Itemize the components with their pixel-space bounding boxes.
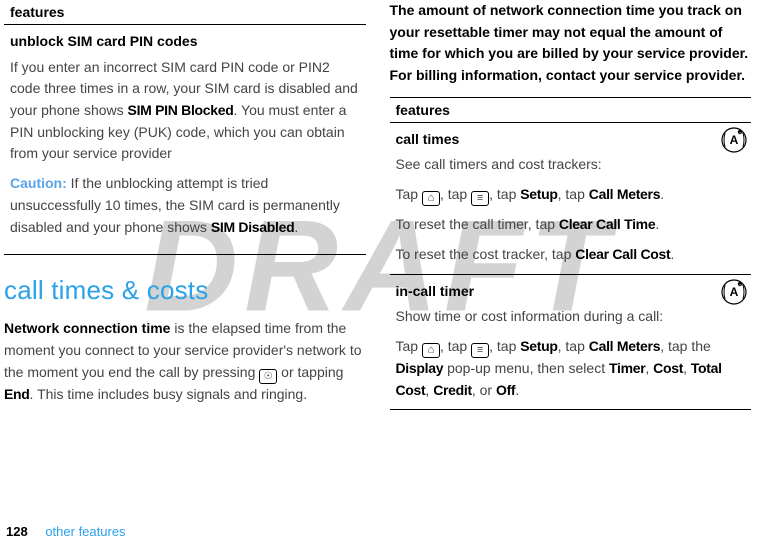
features-header: features — [4, 0, 366, 25]
menu-key-icon — [471, 191, 489, 206]
paragraph: To reset the call timer, tap Clear Call … — [396, 214, 746, 236]
row-body: If you enter an incorrect SIM card PIN c… — [10, 57, 360, 239]
feature-row-call-times: A+ call times See call timers and cost t… — [390, 122, 752, 274]
row-title: in-call timer — [396, 281, 746, 303]
text: , tap — [489, 186, 520, 202]
network-feature-icon: A+ — [721, 279, 747, 305]
row-body: See call timers and cost trackers: Tap ,… — [396, 154, 746, 265]
row-body: Show time or cost information during a c… — [396, 306, 746, 401]
text: , tap — [489, 338, 520, 354]
term: Network connection time — [4, 320, 170, 336]
ui-term: Call Meters — [589, 186, 660, 202]
ui-term: Credit — [433, 382, 472, 398]
text: pop-up menu, then select — [443, 360, 609, 376]
ui-term: End — [4, 386, 30, 402]
ui-term: Timer — [609, 360, 645, 376]
menu-key-icon — [471, 343, 489, 358]
caution-label: Caution: — [10, 175, 67, 191]
text: , — [683, 360, 691, 376]
text: , tap — [558, 338, 589, 354]
paragraph: See call timers and cost trackers: — [396, 154, 746, 176]
svg-text:A: A — [730, 133, 739, 147]
text: . — [660, 186, 664, 202]
feature-row-in-call-timer: A+ in-call timer Show time or cost infor… — [390, 274, 752, 410]
text: , tap — [440, 338, 471, 354]
paragraph: Tap , tap , tap Setup, tap Call Meters. — [396, 184, 746, 206]
row-title: call times — [396, 129, 746, 151]
text: . This time includes busy signals and ri… — [30, 386, 308, 402]
paragraph: If you enter an incorrect SIM card PIN c… — [10, 57, 360, 165]
ui-term: SIM PIN Blocked — [128, 102, 234, 118]
text: or tapping — [277, 364, 343, 380]
ui-term: Clear Call Time — [559, 216, 655, 232]
ui-term: SIM Disabled — [211, 219, 295, 235]
text: , tap the — [660, 338, 711, 354]
ui-term: Display — [396, 360, 444, 376]
paragraph: To reset the cost tracker, tap Clear Cal… — [396, 244, 746, 266]
page-content: features unblock SIM card PIN codes If y… — [0, 0, 759, 545]
text: . — [515, 382, 519, 398]
text: To reset the call timer, tap — [396, 216, 559, 232]
text: Tap — [396, 338, 422, 354]
ui-term: Call Meters — [589, 338, 660, 354]
section-heading-call-times: call times & costs — [4, 275, 366, 306]
bold-paragraph: The amount of network connection time yo… — [390, 0, 752, 87]
text: . — [294, 219, 298, 235]
paragraph: Tap , tap , tap Setup, tap Call Meters, … — [396, 336, 746, 401]
features-header: features — [390, 97, 752, 122]
text: , — [645, 360, 653, 376]
svg-text:A: A — [730, 285, 739, 299]
features-table-left: features unblock SIM card PIN codes If y… — [4, 0, 366, 255]
ui-term: Clear Call Cost — [575, 246, 670, 262]
body-paragraph: Network connection time is the elapsed t… — [4, 318, 366, 405]
ui-term: Cost — [653, 360, 683, 376]
text: , tap — [440, 186, 471, 202]
paragraph: Show time or cost information during a c… — [396, 306, 746, 328]
paragraph: Caution: If the unblocking attempt is tr… — [10, 173, 360, 238]
ui-term: Setup — [520, 338, 557, 354]
text: , tap — [558, 186, 589, 202]
network-feature-icon: A+ — [721, 127, 747, 153]
left-column: features unblock SIM card PIN codes If y… — [4, 0, 366, 545]
feature-row-unblock-sim: unblock SIM card PIN codes If you enter … — [4, 25, 366, 255]
ui-term: Off — [496, 382, 515, 398]
end-key-icon — [259, 369, 277, 384]
text: , or — [472, 382, 496, 398]
home-key-icon — [422, 191, 440, 206]
ui-term: Setup — [520, 186, 557, 202]
home-key-icon — [422, 343, 440, 358]
row-title: unblock SIM card PIN codes — [10, 31, 360, 53]
text: . — [655, 216, 659, 232]
right-column: The amount of network connection time yo… — [390, 0, 752, 545]
text: Tap — [396, 186, 422, 202]
text: . — [670, 246, 674, 262]
text: To reset the cost tracker, tap — [396, 246, 576, 262]
features-table-right: features A+ call times See call timers a… — [390, 97, 752, 411]
